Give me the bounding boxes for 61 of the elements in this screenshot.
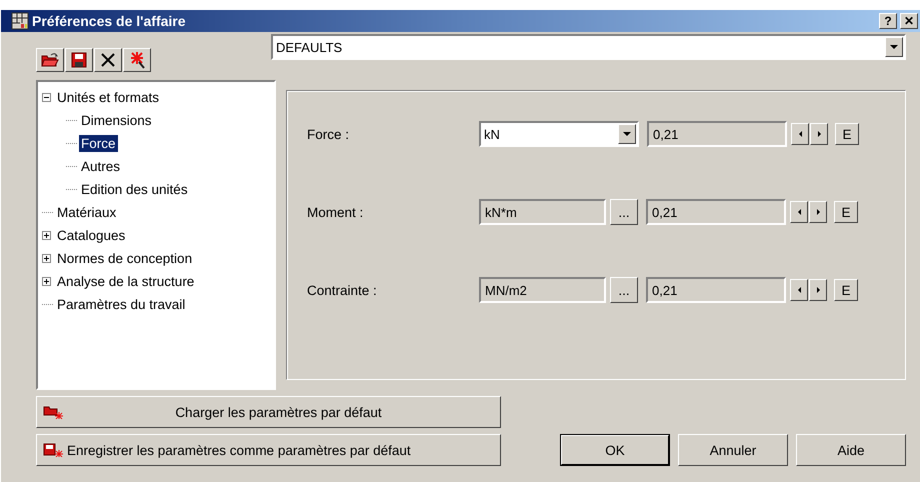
help-button[interactable]: ? <box>879 13 897 29</box>
unit-field: kN*m <box>479 199 606 225</box>
caret-down-icon <box>623 132 631 136</box>
field-label: Moment : <box>307 204 364 220</box>
caret-left-icon <box>798 131 802 137</box>
load-defaults-button[interactable]: Charger les paramètres par défaut <box>36 396 501 428</box>
open-folder-button[interactable] <box>36 48 64 72</box>
tree-item[interactable]: Force <box>79 135 118 152</box>
floppy-disk-icon <box>43 443 63 457</box>
tree-item[interactable]: Analyse de la structure <box>55 273 196 290</box>
tree-item[interactable]: Catalogues <box>55 227 128 244</box>
browse-button[interactable]: ... <box>610 277 638 303</box>
edit-button[interactable]: E <box>834 279 858 301</box>
caret-left-icon <box>798 287 800 293</box>
tree-item[interactable]: Unités et formats <box>55 89 162 106</box>
precision-field: 0,21 <box>647 121 787 147</box>
caret-right-icon <box>816 209 820 215</box>
delete-button[interactable] <box>94 48 122 72</box>
expander-icon[interactable] <box>42 254 53 263</box>
caret-left-icon <box>798 209 800 215</box>
increase-button[interactable] <box>809 201 827 223</box>
expander-icon[interactable] <box>42 277 53 286</box>
tree-item[interactable]: Autres <box>79 158 122 175</box>
expander-icon[interactable] <box>42 93 53 102</box>
window-title: Préférences de l'affaire <box>32 13 186 29</box>
edit-button[interactable]: E <box>835 123 859 145</box>
expander-icon[interactable] <box>42 231 53 240</box>
folder-icon <box>43 405 63 419</box>
edit-button[interactable]: E <box>834 201 858 223</box>
profile-dropdown[interactable]: DEFAULTS <box>271 34 906 60</box>
dialog-button[interactable]: OK <box>560 434 670 466</box>
tree-item[interactable]: Matériaux <box>55 204 118 221</box>
precision-field: 0,21 <box>646 199 786 225</box>
grid-icon <box>11 12 29 30</box>
field-label: Force : <box>307 126 350 142</box>
star-burst-icon <box>128 51 146 69</box>
decrease-button[interactable] <box>790 201 808 223</box>
folder-icon <box>41 52 59 68</box>
close-button[interactable]: ✕ <box>900 13 918 29</box>
tree-item[interactable]: Paramètres du travail <box>55 296 188 313</box>
increase-button[interactable] <box>809 279 827 301</box>
caret-right-icon <box>816 287 820 293</box>
field-label: Contrainte : <box>307 282 378 298</box>
dialog-button[interactable]: Annuler <box>678 434 788 466</box>
caret-down-icon <box>890 45 898 49</box>
save-button[interactable] <box>65 48 93 72</box>
tree-item[interactable]: Normes de conception <box>55 250 194 267</box>
unit-dropdown[interactable]: kN <box>479 121 639 147</box>
cross-icon <box>100 52 116 68</box>
decrease-button[interactable] <box>790 279 808 301</box>
browse-button[interactable]: ... <box>610 199 638 225</box>
unit-field: MN/m2 <box>479 277 606 303</box>
increase-button[interactable] <box>810 123 828 145</box>
tree-item[interactable]: Dimensions <box>79 112 154 129</box>
tree-item[interactable]: Edition des unités <box>79 181 190 198</box>
save-defaults-button[interactable]: Enregistrer les paramètres comme paramètres par défaut <box>36 434 501 466</box>
decrease-button[interactable] <box>791 123 809 145</box>
reset-button[interactable] <box>123 48 151 72</box>
dialog-button[interactable]: Aide <box>796 434 906 466</box>
precision-field: 0,21 <box>646 277 786 303</box>
caret-right-icon <box>818 131 820 137</box>
